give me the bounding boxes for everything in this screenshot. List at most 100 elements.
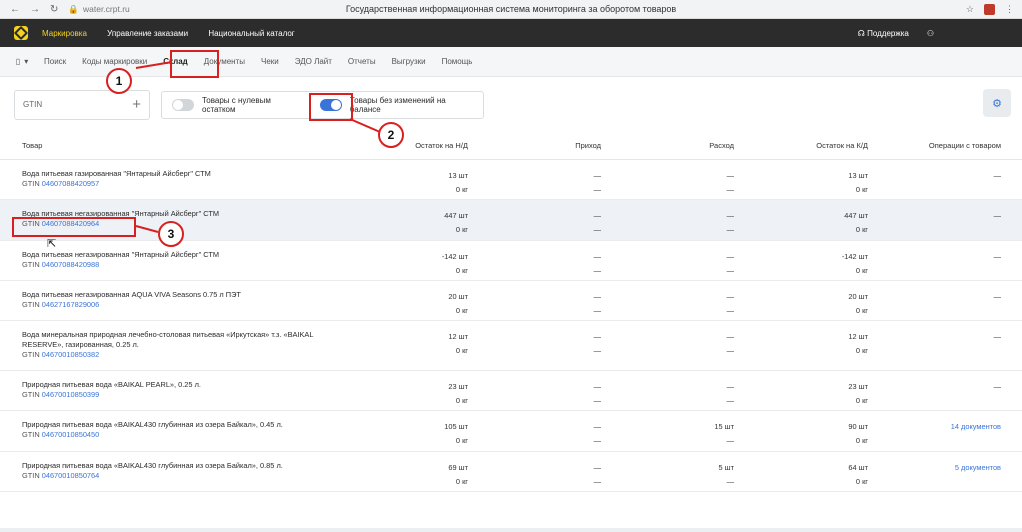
gtin-link[interactable]: 04670010850399 [42,390,100,399]
product-name-cont: RESERVE», газированная, 0.25 л. [22,340,139,349]
forward-icon[interactable]: → [30,4,40,15]
zero-stock-label: Товары с нулевым остатком [202,95,271,114]
product-name: Вода минеральная природная лечебно-столо… [22,330,314,339]
page-title: Государственная информационная система м… [345,4,677,14]
income-kg: — [593,306,601,315]
back-icon[interactable]: ← [10,4,20,15]
nav-markirovka[interactable]: Маркировка [42,29,87,38]
operations-link: — [993,252,1001,261]
operations-cell: — [868,281,1001,320]
gtin-link[interactable]: 04607088420957 [42,179,100,188]
income-qty: — [593,171,601,180]
header-expense: Расход [709,141,734,150]
gtin-line: GTIN 04607088420988 [22,260,330,270]
table-row[interactable]: Природная питьевая вода «BAIKAL430 глуби… [0,452,1022,492]
bottle-icon: ▯ [15,57,21,66]
tab-reports[interactable]: Отчеты [348,54,376,69]
gtin-input[interactable]: GTIN + [14,89,150,120]
start-balance-cell: 20 шт 0 кг [330,281,468,320]
income-kg: — [593,185,601,194]
operations-link[interactable]: 5 документов [868,461,1001,475]
start-balance-cell: 105 шт 0 кг [330,411,468,451]
gtin-link[interactable]: 04627167829006 [42,300,100,309]
user-icon[interactable]: ⚇ [927,29,934,38]
table-row[interactable]: Вода питьевая негазированная "Янтарный А… [0,200,1022,241]
start-kg: 0 кг [455,266,468,275]
plus-icon[interactable]: + [132,96,141,113]
table-row[interactable]: Природная питьевая вода «BAIKAL PEARL», … [0,371,1022,411]
settings-gear-icon[interactable]: ⚙ [983,89,1011,117]
tab-help[interactable]: Помощь [442,54,473,69]
support-link[interactable]: ☊ Поддержка [858,29,909,38]
income-qty: — [593,382,601,391]
operations-link: — [993,332,1001,341]
extension-icon[interactable] [984,3,995,15]
end-balance-cell: 12 шт 0 кг [734,321,868,370]
operations-cell: — [868,160,1001,199]
table-row[interactable]: Природная питьевая вода «BAIKAL430 глуби… [0,411,1022,452]
tab-marking-codes[interactable]: Коды маркировки [82,54,147,69]
end-balance-cell: 90 шт 0 кг [734,411,868,451]
zero-stock-toggle[interactable] [172,98,194,111]
gtin-link[interactable]: 04670010850764 [42,471,100,480]
logo-icon[interactable] [14,26,28,40]
product-group-dropdown[interactable]: ▯ ▾ [0,57,44,66]
start-kg: 0 кг [455,436,468,445]
nav-national-catalog[interactable]: Национальный каталог [208,29,294,38]
gtin-link[interactable]: 04670010850450 [42,430,100,439]
end-qty: 20 шт [848,292,868,301]
end-balance-cell: 447 шт 0 кг [734,200,868,240]
tab-receipts[interactable]: Чеки [261,54,279,69]
tab-edo-lite[interactable]: ЭДО Лайт [295,54,332,69]
table-row[interactable]: Вода питьевая газированная "Янтарный Айс… [0,160,1022,200]
header-operations: Операции с товаром [928,141,1001,150]
product-name: Вода питьевая негазированная AQUA VIVA S… [22,290,241,299]
start-balance-cell: 12 шт 0 кг [330,321,468,370]
gtin-link[interactable]: 04670010850382 [42,350,100,359]
expense-kg: — [726,306,734,315]
footer-strip [0,528,1022,532]
end-balance-cell: 20 шт 0 кг [734,281,868,320]
start-kg: 0 кг [455,185,468,194]
start-kg: 0 кг [455,306,468,315]
income-cell: — — [468,452,601,491]
lock-icon: 🔒 [68,3,79,14]
expense-cell: — — [601,281,734,320]
address-bar[interactable]: 🔒 water.crpt.ru [68,4,129,15]
expense-cell: — — [601,160,734,199]
reload-icon[interactable]: ↻ [50,4,58,15]
annotation-marker-1: 1 [106,68,132,94]
end-kg: 0 кг [855,436,868,445]
bookmark-icon[interactable]: ☆ [966,4,974,15]
expense-qty: 15 шт [714,422,734,431]
expense-qty: — [726,382,734,391]
table-row[interactable]: Вода минеральная природная лечебно-столо… [0,321,1022,371]
start-qty: 13 шт [448,171,468,180]
start-qty: 69 шт [448,463,468,472]
end-kg: 0 кг [855,396,868,405]
table-row[interactable]: Вода питьевая негазированная "Янтарный А… [0,241,1022,281]
income-kg: — [593,266,601,275]
gtin-line: GTIN 04670010850399 [22,390,330,400]
menu-icon[interactable]: ⋮ [1005,4,1014,15]
table-row[interactable]: Вода питьевая негазированная AQUA VIVA S… [0,281,1022,321]
nav-order-management[interactable]: Управление заказами [107,29,188,38]
expense-qty: — [726,292,734,301]
product-cell: Природная питьевая вода «BAIKAL430 глуби… [0,452,330,491]
operations-cell: — [868,241,1001,280]
operations-link[interactable]: 14 документов [868,420,1001,434]
start-balance-cell: 13 шт 0 кг [330,160,468,199]
expense-cell: — — [601,241,734,280]
income-cell: — — [468,411,601,451]
start-kg: 0 кг [455,346,468,355]
tab-search[interactable]: Поиск [44,54,66,69]
tab-exports[interactable]: Выгрузки [392,54,426,69]
start-qty: -142 шт [441,252,468,261]
income-qty: — [593,211,601,220]
expense-cell: — — [601,371,734,410]
income-cell: — — [468,371,601,410]
end-kg: 0 кг [855,477,868,486]
gtin-link[interactable]: 04607088420988 [42,260,100,269]
income-kg: — [593,436,601,445]
income-qty: — [593,332,601,341]
